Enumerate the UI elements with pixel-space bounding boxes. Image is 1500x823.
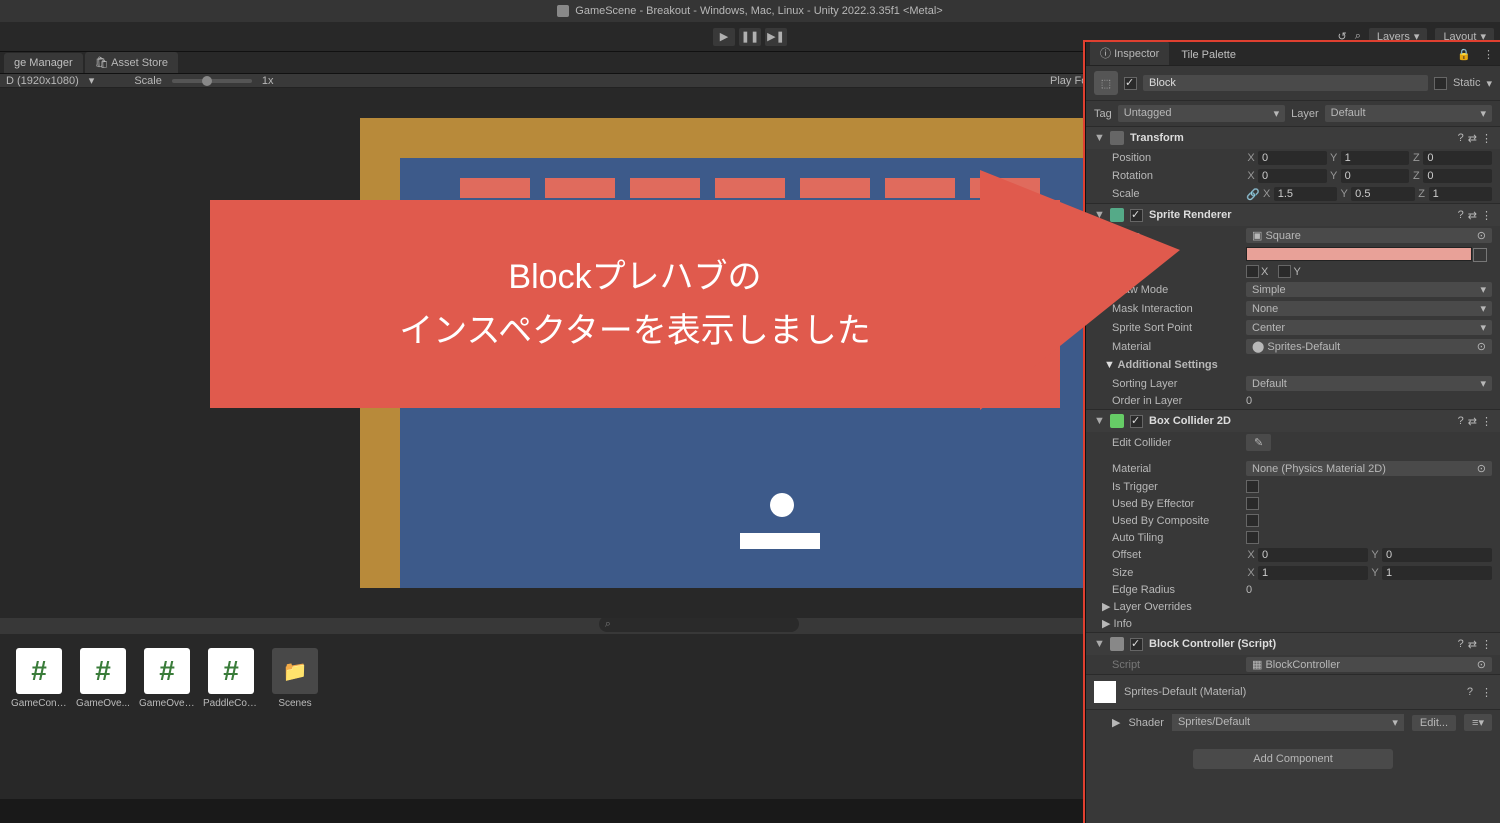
static-checkbox[interactable] xyxy=(1434,77,1447,90)
tab-inspector[interactable]: ⓘ Inspector xyxy=(1090,41,1169,65)
scale-x[interactable]: 1.5 xyxy=(1274,187,1337,201)
paddle xyxy=(740,533,820,549)
offset-x[interactable]: 0 xyxy=(1258,548,1368,562)
sortinglayer-dropdown[interactable]: Default▾ xyxy=(1246,376,1492,391)
physmat-field[interactable]: None (Physics Material 2D)⊙ xyxy=(1246,461,1492,476)
block-controller-header[interactable]: ▼ Block Controller (Script) ?⇄⋮ xyxy=(1086,633,1500,655)
add-component-button[interactable]: Add Component xyxy=(1193,749,1393,769)
pos-x[interactable]: 0 xyxy=(1258,151,1327,165)
rot-x[interactable]: 0 xyxy=(1258,169,1327,183)
material-field[interactable]: ⬤ Sprites-Default⊙ xyxy=(1246,339,1492,354)
prefab-icon[interactable]: ⬚ xyxy=(1094,71,1118,95)
scale-z[interactable]: 1 xyxy=(1429,187,1492,201)
help-icon[interactable]: ? xyxy=(1467,686,1473,698)
flip-x[interactable] xyxy=(1246,265,1259,278)
brick xyxy=(800,178,870,198)
box-collider-icon xyxy=(1110,414,1124,428)
asset-item[interactable]: #PaddleCon... xyxy=(206,648,256,785)
shader-dropdown[interactable]: Sprites/Default▾ xyxy=(1172,714,1404,731)
script-icon xyxy=(1110,637,1124,651)
link-icon[interactable]: 🔗 xyxy=(1246,188,1260,201)
edge-radius[interactable]: 0 xyxy=(1246,584,1492,596)
menu-icon[interactable]: ⋮ xyxy=(1481,132,1492,145)
ball xyxy=(770,493,794,517)
script-field: ▦ BlockController⊙ xyxy=(1246,657,1492,672)
menu-icon[interactable]: ⋮ xyxy=(1477,44,1500,65)
scale-y[interactable]: 0.5 xyxy=(1351,187,1414,201)
brick xyxy=(715,178,785,198)
menu-icon[interactable]: ⋮ xyxy=(1481,686,1492,699)
info-foldout[interactable]: ▶ Info xyxy=(1086,615,1500,632)
tab-tile-palette[interactable]: Tile Palette xyxy=(1171,45,1246,65)
layer-overrides-foldout[interactable]: ▶ Layer Overrides xyxy=(1086,598,1500,615)
edit-collider-button[interactable]: ✎ xyxy=(1246,434,1271,451)
bc-enable-checkbox[interactable] xyxy=(1130,415,1143,428)
callout-line1: Blockプレハブの xyxy=(508,250,761,304)
effector-checkbox[interactable] xyxy=(1246,497,1259,510)
tag-label: Tag xyxy=(1094,108,1112,120)
play-button[interactable]: ▶ xyxy=(713,28,735,46)
rot-z[interactable]: 0 xyxy=(1423,169,1492,183)
scale-value: 1x xyxy=(262,75,274,87)
sortpoint-dropdown[interactable]: Center▾ xyxy=(1246,320,1492,335)
size-x[interactable]: 1 xyxy=(1258,566,1368,580)
preset-icon[interactable]: ⇄ xyxy=(1468,132,1477,145)
material-header[interactable]: Sprites-Default (Material) ?⋮ xyxy=(1086,675,1500,710)
tag-dropdown[interactable]: Untagged▾ xyxy=(1118,105,1285,122)
scale-slider[interactable] xyxy=(172,79,252,83)
window-title: GameScene - Breakout - Windows, Mac, Lin… xyxy=(575,5,942,17)
script-enable-checkbox[interactable] xyxy=(1130,638,1143,651)
annotation-callout: Blockプレハブの インスペクターを表示しました xyxy=(210,200,1060,408)
brick xyxy=(630,178,700,198)
brick xyxy=(545,178,615,198)
static-label: Static xyxy=(1453,77,1481,89)
edit-shader-button[interactable]: Edit... xyxy=(1412,715,1456,731)
transform-icon xyxy=(1110,131,1124,145)
step-button[interactable]: ▶❚ xyxy=(765,28,787,46)
callout-line2: インスペクターを表示しました xyxy=(399,304,871,358)
material-icon xyxy=(1094,681,1116,703)
autotiling-checkbox[interactable] xyxy=(1246,531,1259,544)
pos-z[interactable]: 0 xyxy=(1423,151,1492,165)
help-icon[interactable]: ? xyxy=(1458,132,1464,145)
offset-y[interactable]: 0 xyxy=(1382,548,1492,562)
brick xyxy=(885,178,955,198)
active-checkbox[interactable] xyxy=(1124,77,1137,90)
object-name-field[interactable]: Block xyxy=(1143,75,1428,91)
asset-item[interactable]: #GameOver... xyxy=(142,648,192,785)
istrigger-checkbox[interactable] xyxy=(1246,480,1259,493)
shader-menu-button[interactable]: ≡▾ xyxy=(1464,714,1492,731)
lock-icon[interactable]: 🔒 xyxy=(1451,44,1477,65)
rot-y[interactable]: 0 xyxy=(1341,169,1410,183)
brick xyxy=(460,178,530,198)
window-titlebar: GameScene - Breakout - Windows, Mac, Lin… xyxy=(0,0,1500,22)
box-collider-header[interactable]: ▼ Box Collider 2D ?⇄⋮ xyxy=(1086,410,1500,432)
layer-dropdown[interactable]: Default▾ xyxy=(1325,105,1492,122)
unity-icon xyxy=(557,5,569,17)
inspector-panel: ⓘ Inspector Tile Palette 🔒 ⋮ ⬚ Block Sta… xyxy=(1085,42,1500,823)
asset-item[interactable]: #GameCont... xyxy=(14,648,64,785)
assets-search[interactable] xyxy=(599,616,799,632)
color-field[interactable] xyxy=(1246,247,1472,261)
tab-package-manager[interactable]: ge Manager xyxy=(4,53,83,73)
order-field[interactable]: 0 xyxy=(1246,395,1492,407)
asset-item[interactable]: 📁Scenes xyxy=(270,648,320,785)
transform-header[interactable]: ▼ Transform ?⇄⋮ xyxy=(1086,127,1500,149)
sprite-field[interactable]: ▣ Square⊙ xyxy=(1246,228,1492,243)
tab-asset-store[interactable]: 🛍 Asset Store xyxy=(85,52,178,73)
drawmode-dropdown[interactable]: Simple▾ xyxy=(1246,282,1492,297)
flip-y[interactable] xyxy=(1278,265,1291,278)
static-dropdown-icon[interactable]: ▾ xyxy=(1486,77,1492,90)
pos-y[interactable]: 1 xyxy=(1341,151,1410,165)
asset-item[interactable]: #GameOve... xyxy=(78,648,128,785)
layer-label: Layer xyxy=(1291,108,1319,120)
mask-dropdown[interactable]: None▾ xyxy=(1246,301,1492,316)
scale-label: Scale xyxy=(134,75,162,87)
display-dropdown[interactable]: D (1920x1080) xyxy=(6,75,79,87)
pause-button[interactable]: ❚❚ xyxy=(739,28,761,46)
size-y[interactable]: 1 xyxy=(1382,566,1492,580)
composite-checkbox[interactable] xyxy=(1246,514,1259,527)
